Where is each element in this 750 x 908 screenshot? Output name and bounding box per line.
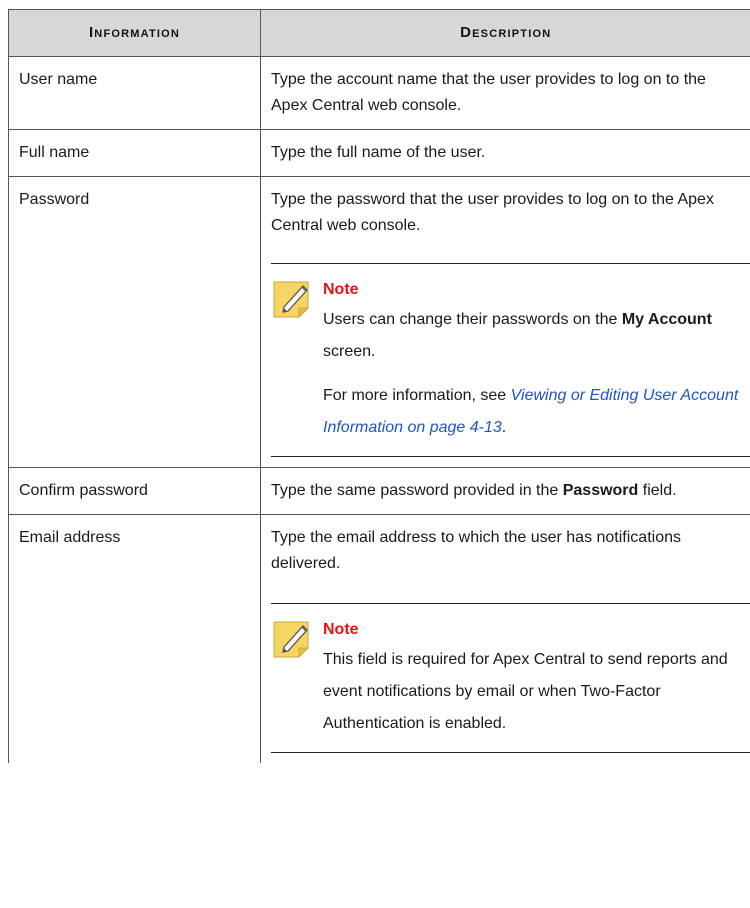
password-note-box: Note Users can change their passwords on…: [271, 263, 750, 457]
password-note-line2: For more information, see Viewing or Edi…: [323, 387, 739, 436]
table-row-user-name: User name Type the account name that the…: [8, 56, 750, 130]
email-description-text: Type the email address to which the user…: [271, 529, 681, 572]
row-desc-email-address: Type the email address to which the user…: [260, 514, 750, 763]
password-description-text: Type the password that the user provides…: [271, 191, 714, 234]
row-label-email-address: Email address: [8, 514, 261, 763]
table-header-row: Information Description: [8, 9, 750, 57]
table-row-full-name: Full name Type the full name of the user…: [8, 129, 750, 177]
row-desc-full-name: Type the full name of the user.: [260, 129, 750, 177]
table-row-confirm-password: Confirm password Type the same password …: [8, 467, 750, 515]
row-label-full-name: Full name: [8, 129, 261, 177]
email-note-box: Note This field is required for Apex Cen…: [271, 603, 750, 753]
password-field-label: Password: [562, 482, 639, 499]
email-note-text: This field is required for Apex Central …: [323, 651, 728, 732]
user-info-table: Information Description User name Type t…: [8, 9, 750, 763]
row-desc-password: Type the password that the user provides…: [260, 176, 750, 468]
header-information: Information: [8, 9, 261, 57]
row-label-password: Password: [8, 176, 261, 468]
header-description: Description: [260, 9, 750, 57]
my-account-label: My Account: [621, 311, 712, 328]
note-pencil-icon: [273, 621, 310, 659]
row-label-user-name: User name: [8, 56, 261, 130]
table-row-email-address: Email address Type the email address to …: [8, 514, 750, 763]
row-label-confirm-password: Confirm password: [8, 467, 261, 515]
row-desc-confirm-password: Type the same password provided in the P…: [260, 467, 750, 515]
password-note-title: Note: [323, 281, 359, 298]
email-note-title: Note: [323, 621, 359, 638]
table-row-password: Password Type the password that the user…: [8, 176, 750, 468]
password-note-line1: Users can change their passwords on the …: [323, 311, 712, 360]
row-desc-user-name: Type the account name that the user prov…: [260, 56, 750, 130]
note-pencil-icon: [273, 281, 310, 319]
